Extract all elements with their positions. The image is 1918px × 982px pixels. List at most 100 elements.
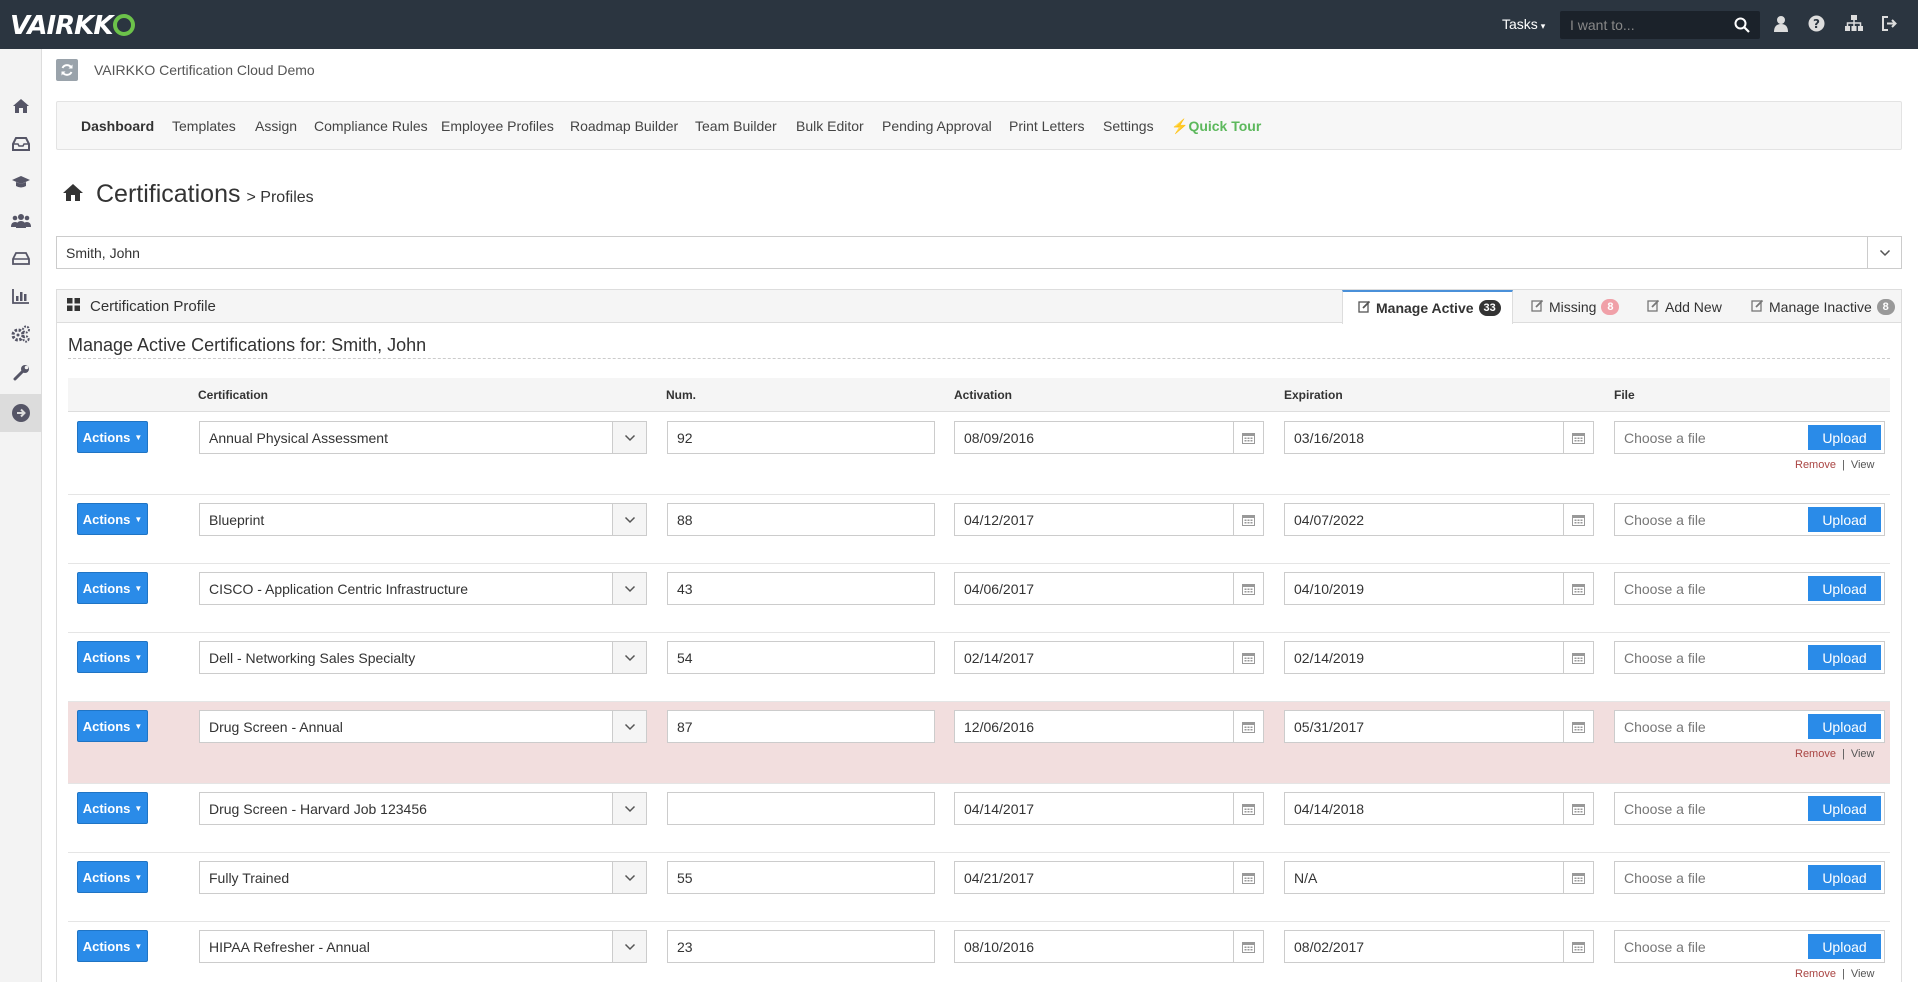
expiration-date-input[interactable]: 02/14/2019	[1284, 641, 1594, 674]
calendar-icon[interactable]	[1233, 642, 1263, 673]
chevron-down-icon[interactable]	[612, 931, 646, 962]
user-icon[interactable]	[1773, 15, 1789, 35]
gears-icon[interactable]	[0, 315, 42, 353]
upload-button[interactable]: Upload	[1808, 425, 1881, 450]
calendar-icon[interactable]	[1233, 504, 1263, 535]
num-input[interactable]: 54	[667, 641, 935, 674]
activation-date-input[interactable]: 04/12/2017	[954, 503, 1264, 536]
file-input[interactable]: Choose a file Upload	[1614, 792, 1885, 825]
expiration-date-input[interactable]: 05/31/2017	[1284, 710, 1594, 743]
menu-compliance-rules[interactable]: Compliance Rules	[314, 118, 428, 134]
activation-date-input[interactable]: 02/14/2017	[954, 641, 1264, 674]
activation-date-input[interactable]: 08/09/2016	[954, 421, 1264, 454]
activation-date-input[interactable]: 08/10/2016	[954, 930, 1264, 963]
actions-button[interactable]: Actions ▼	[77, 792, 148, 824]
upload-button[interactable]: Upload	[1808, 645, 1881, 670]
menu-employee-profiles[interactable]: Employee Profiles	[441, 118, 554, 134]
calendar-icon[interactable]	[1233, 931, 1263, 962]
certification-select[interactable]: Dell - Networking Sales Specialty	[199, 641, 647, 674]
employee-select[interactable]: Smith, John	[56, 236, 1902, 269]
num-input[interactable]: 87	[667, 710, 935, 743]
expiration-date-input[interactable]: N/A	[1284, 861, 1594, 894]
upload-button[interactable]: Upload	[1808, 865, 1881, 890]
file-input[interactable]: Choose a file Upload	[1614, 710, 1885, 743]
menu-roadmap-builder[interactable]: Roadmap Builder	[570, 118, 678, 134]
collapse-arrow-icon[interactable]	[0, 394, 42, 432]
actions-button[interactable]: Actions ▼	[77, 641, 148, 673]
expiration-date-input[interactable]: 04/10/2019	[1284, 572, 1594, 605]
upload-button[interactable]: Upload	[1808, 796, 1881, 821]
file-input[interactable]: Choose a file Upload	[1614, 930, 1885, 963]
certification-select[interactable]: Blueprint	[199, 503, 647, 536]
search-icon[interactable]	[1734, 17, 1750, 36]
vairkko-logo[interactable]: VAIRKK	[10, 11, 136, 41]
chevron-down-icon[interactable]	[612, 422, 646, 453]
actions-button[interactable]: Actions ▼	[77, 930, 148, 962]
actions-button[interactable]: Actions ▼	[77, 503, 148, 535]
activation-date-input[interactable]: 12/06/2016	[954, 710, 1264, 743]
menu-print-letters[interactable]: Print Letters	[1009, 118, 1084, 134]
certification-select[interactable]: Fully Trained	[199, 861, 647, 894]
bar-chart-icon[interactable]	[0, 277, 42, 315]
chevron-down-icon[interactable]	[612, 504, 646, 535]
certification-select[interactable]: Drug Screen - Annual	[199, 710, 647, 743]
menu-quick-tour[interactable]: ⚡Quick Tour	[1171, 118, 1261, 135]
file-input[interactable]: Choose a file Upload	[1614, 861, 1885, 894]
search-input[interactable]	[1570, 17, 1730, 33]
upload-button[interactable]: Upload	[1808, 934, 1881, 959]
logout-icon[interactable]	[1881, 15, 1898, 35]
file-input[interactable]: Choose a file Upload	[1614, 503, 1885, 536]
tab-manage-inactive[interactable]: Manage Inactive 8	[1751, 290, 1895, 323]
inbox-icon[interactable]	[0, 125, 42, 163]
menu-dashboard[interactable]: Dashboard	[81, 118, 154, 134]
file-input[interactable]: Choose a file Upload	[1614, 421, 1885, 454]
activation-date-input[interactable]: 04/06/2017	[954, 572, 1264, 605]
certification-select[interactable]: HIPAA Refresher - Annual	[199, 930, 647, 963]
certification-select[interactable]: CISCO - Application Centric Infrastructu…	[199, 572, 647, 605]
remove-link[interactable]: Remove	[1795, 968, 1836, 980]
home-icon[interactable]	[0, 87, 42, 125]
chevron-down-icon[interactable]	[612, 862, 646, 893]
calendar-icon[interactable]	[1563, 573, 1593, 604]
menu-settings[interactable]: Settings	[1103, 118, 1154, 134]
upload-button[interactable]: Upload	[1808, 576, 1881, 601]
upload-button[interactable]: Upload	[1808, 714, 1881, 739]
file-input[interactable]: Choose a file Upload	[1614, 572, 1885, 605]
menu-bulk-editor[interactable]: Bulk Editor	[796, 118, 864, 134]
refresh-icon[interactable]	[56, 59, 78, 81]
expiration-date-input[interactable]: 08/02/2017	[1284, 930, 1594, 963]
calendar-icon[interactable]	[1563, 642, 1593, 673]
chevron-down-icon[interactable]	[612, 642, 646, 673]
calendar-icon[interactable]	[1563, 931, 1593, 962]
file-input[interactable]: Choose a file Upload	[1614, 641, 1885, 674]
num-input[interactable]: 23	[667, 930, 935, 963]
num-input[interactable]: 55	[667, 861, 935, 894]
chevron-down-icon[interactable]	[612, 711, 646, 742]
hard-drive-icon[interactable]	[0, 239, 42, 277]
actions-button[interactable]: Actions ▼	[77, 710, 148, 742]
actions-button[interactable]: Actions ▼	[77, 572, 148, 604]
remove-link[interactable]: Remove	[1795, 459, 1836, 471]
menu-team-builder[interactable]: Team Builder	[695, 118, 777, 134]
expiration-date-input[interactable]: 04/07/2022	[1284, 503, 1594, 536]
calendar-icon[interactable]	[1563, 422, 1593, 453]
chevron-down-icon[interactable]	[612, 573, 646, 604]
expiration-date-input[interactable]: 03/16/2018	[1284, 421, 1594, 454]
chevron-down-icon[interactable]	[612, 793, 646, 824]
certification-select[interactable]: Annual Physical Assessment	[199, 421, 647, 454]
calendar-icon[interactable]	[1233, 711, 1263, 742]
num-input[interactable]	[667, 792, 935, 825]
activation-date-input[interactable]: 04/14/2017	[954, 792, 1264, 825]
users-icon[interactable]	[0, 201, 42, 239]
view-link[interactable]: View	[1851, 459, 1875, 471]
calendar-icon[interactable]	[1233, 793, 1263, 824]
help-icon[interactable]: ?	[1808, 15, 1825, 35]
org-chart-icon[interactable]	[1845, 15, 1863, 35]
expiration-date-input[interactable]: 04/14/2018	[1284, 792, 1594, 825]
graduation-cap-icon[interactable]	[0, 163, 42, 201]
actions-button[interactable]: Actions ▼	[77, 421, 148, 453]
menu-assign[interactable]: Assign	[255, 118, 297, 134]
calendar-icon[interactable]	[1563, 504, 1593, 535]
wrench-icon[interactable]	[0, 353, 42, 391]
activation-date-input[interactable]: 04/21/2017	[954, 861, 1264, 894]
